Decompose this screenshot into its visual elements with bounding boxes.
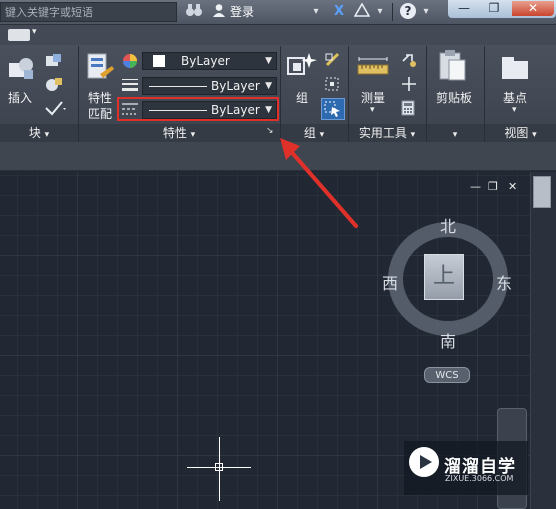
restore-button[interactable]: ❐ [480, 1, 508, 16]
calculator-icon[interactable] [400, 100, 416, 119]
linetype-sample [149, 110, 207, 111]
chevron-down-icon: ▼ [265, 56, 272, 66]
match-properties-label-1[interactable]: 特性 [88, 89, 112, 106]
close-button[interactable]: ✕ [512, 1, 554, 16]
group-icon[interactable] [285, 50, 319, 87]
a360-icon[interactable] [352, 2, 372, 21]
view-panel-title-text: 视图 [504, 126, 529, 140]
vertical-scrollbar[interactable] [530, 172, 556, 509]
properties-panel-title-text: 特性 [162, 126, 187, 140]
viewport-minimize[interactable]: — [470, 180, 481, 193]
utilities-panel-expand-icon: ▾ [410, 130, 416, 140]
login-dropdown[interactable]: ▾ [310, 3, 322, 21]
utilities-panel-title-text: 实用工具 [358, 126, 407, 140]
clipboard-panel-title[interactable]: ▾ [427, 124, 483, 142]
base-view-icon[interactable] [500, 55, 530, 84]
block-panel-title[interactable]: 块 ▾ [0, 124, 78, 142]
measure-icon[interactable] [357, 55, 389, 88]
user-icon[interactable] [210, 3, 228, 21]
base-dropdown[interactable]: ▾ [512, 105, 517, 115]
insert-label[interactable]: 插入 [8, 89, 32, 106]
compass-east[interactable]: 东 [496, 270, 512, 294]
color-value: ByLayer [181, 54, 230, 68]
viewport-restore[interactable]: ❐ [488, 180, 498, 193]
insert-block-icon[interactable] [6, 54, 36, 87]
block-panel-title-text: 块 [28, 126, 41, 140]
tabs-toggle-dropdown[interactable]: ▾ [32, 27, 37, 37]
chevron-down-icon: ▼ [265, 81, 272, 91]
help-glyph: ? [400, 3, 416, 19]
compass-west[interactable]: 西 [382, 270, 398, 294]
block-panel-expand-icon: ▾ [44, 130, 50, 140]
properties-panel-title[interactable]: 特性 ▾ [79, 124, 279, 142]
login-button[interactable]: 登录 [230, 3, 254, 21]
match-properties-label-2[interactable]: 匹配 [88, 105, 112, 122]
search-input[interactable]: 键入关键字或短语 [0, 2, 177, 22]
properties-panel-expand-icon: ▾ [190, 130, 196, 140]
linetype-combo[interactable]: ByLayer ▼ [142, 101, 277, 119]
block-attribute-icon[interactable] [44, 100, 68, 119]
wcs-menu[interactable]: WCS [424, 367, 470, 383]
quick-select-icon[interactable] [400, 52, 418, 71]
scrollbar-thumb[interactable] [533, 176, 551, 208]
utilities-panel-title[interactable]: 实用工具 ▾ [349, 124, 425, 142]
minimize-button[interactable]: — [450, 1, 478, 16]
divider [392, 3, 393, 21]
clipboard-panel-expand-icon: ▾ [452, 130, 458, 140]
crosshair-pickbox [215, 463, 223, 471]
help-icon[interactable]: ? [398, 3, 418, 21]
color-swatch [153, 55, 165, 67]
linetype-value: ByLayer [211, 103, 260, 117]
compass-south[interactable]: 南 [440, 328, 456, 352]
match-properties-icon[interactable] [86, 52, 116, 87]
lineweight-value: ByLayer [211, 79, 260, 93]
color-wheel-icon [122, 53, 138, 72]
point-icon[interactable] [400, 76, 418, 95]
view-panel-expand-icon: ▾ [532, 130, 537, 140]
base-label[interactable]: 基点 [503, 89, 527, 106]
ungroup-icon[interactable] [324, 52, 342, 71]
tabs-toggle-icon[interactable] [8, 29, 30, 41]
exchange-icon[interactable]: X [330, 3, 348, 21]
ribbon-tabs-row [0, 25, 556, 45]
clipboard-label[interactable]: 剪贴板 [436, 89, 472, 106]
color-combo[interactable]: ByLayer ▼ [142, 52, 277, 70]
viewcube-top-face[interactable]: 上 [424, 254, 464, 300]
lineweight-icon [122, 78, 138, 95]
measure-label[interactable]: 测量 [361, 89, 385, 106]
help-dropdown[interactable]: ▾ [420, 3, 432, 21]
chevron-down-icon: ▼ [265, 105, 272, 115]
group-select-icon[interactable] [321, 98, 345, 120]
annotation-arrow-icon [280, 138, 358, 228]
lineweight-combo[interactable]: ByLayer ▼ [142, 77, 277, 95]
group-edit-icon[interactable] [324, 76, 342, 95]
view-panel-title[interactable]: 视图 ▾ [485, 124, 556, 142]
measure-dropdown[interactable]: ▾ [370, 105, 375, 115]
binoculars-icon[interactable] [180, 3, 208, 21]
group-label[interactable]: 组 [296, 89, 308, 106]
watermark-url: ZIXUE.3066.COM [445, 474, 514, 483]
create-block-icon[interactable] [44, 52, 64, 73]
a360-dropdown[interactable]: ▾ [374, 3, 386, 21]
edit-block-icon[interactable] [44, 76, 64, 97]
lineweight-sample [149, 86, 207, 87]
viewport-close[interactable]: ✕ [508, 180, 517, 193]
linetype-icon [122, 102, 138, 119]
watermark-logo-icon [408, 446, 440, 481]
clipboard-icon[interactable] [437, 48, 469, 87]
compass-north[interactable]: 北 [440, 213, 456, 237]
